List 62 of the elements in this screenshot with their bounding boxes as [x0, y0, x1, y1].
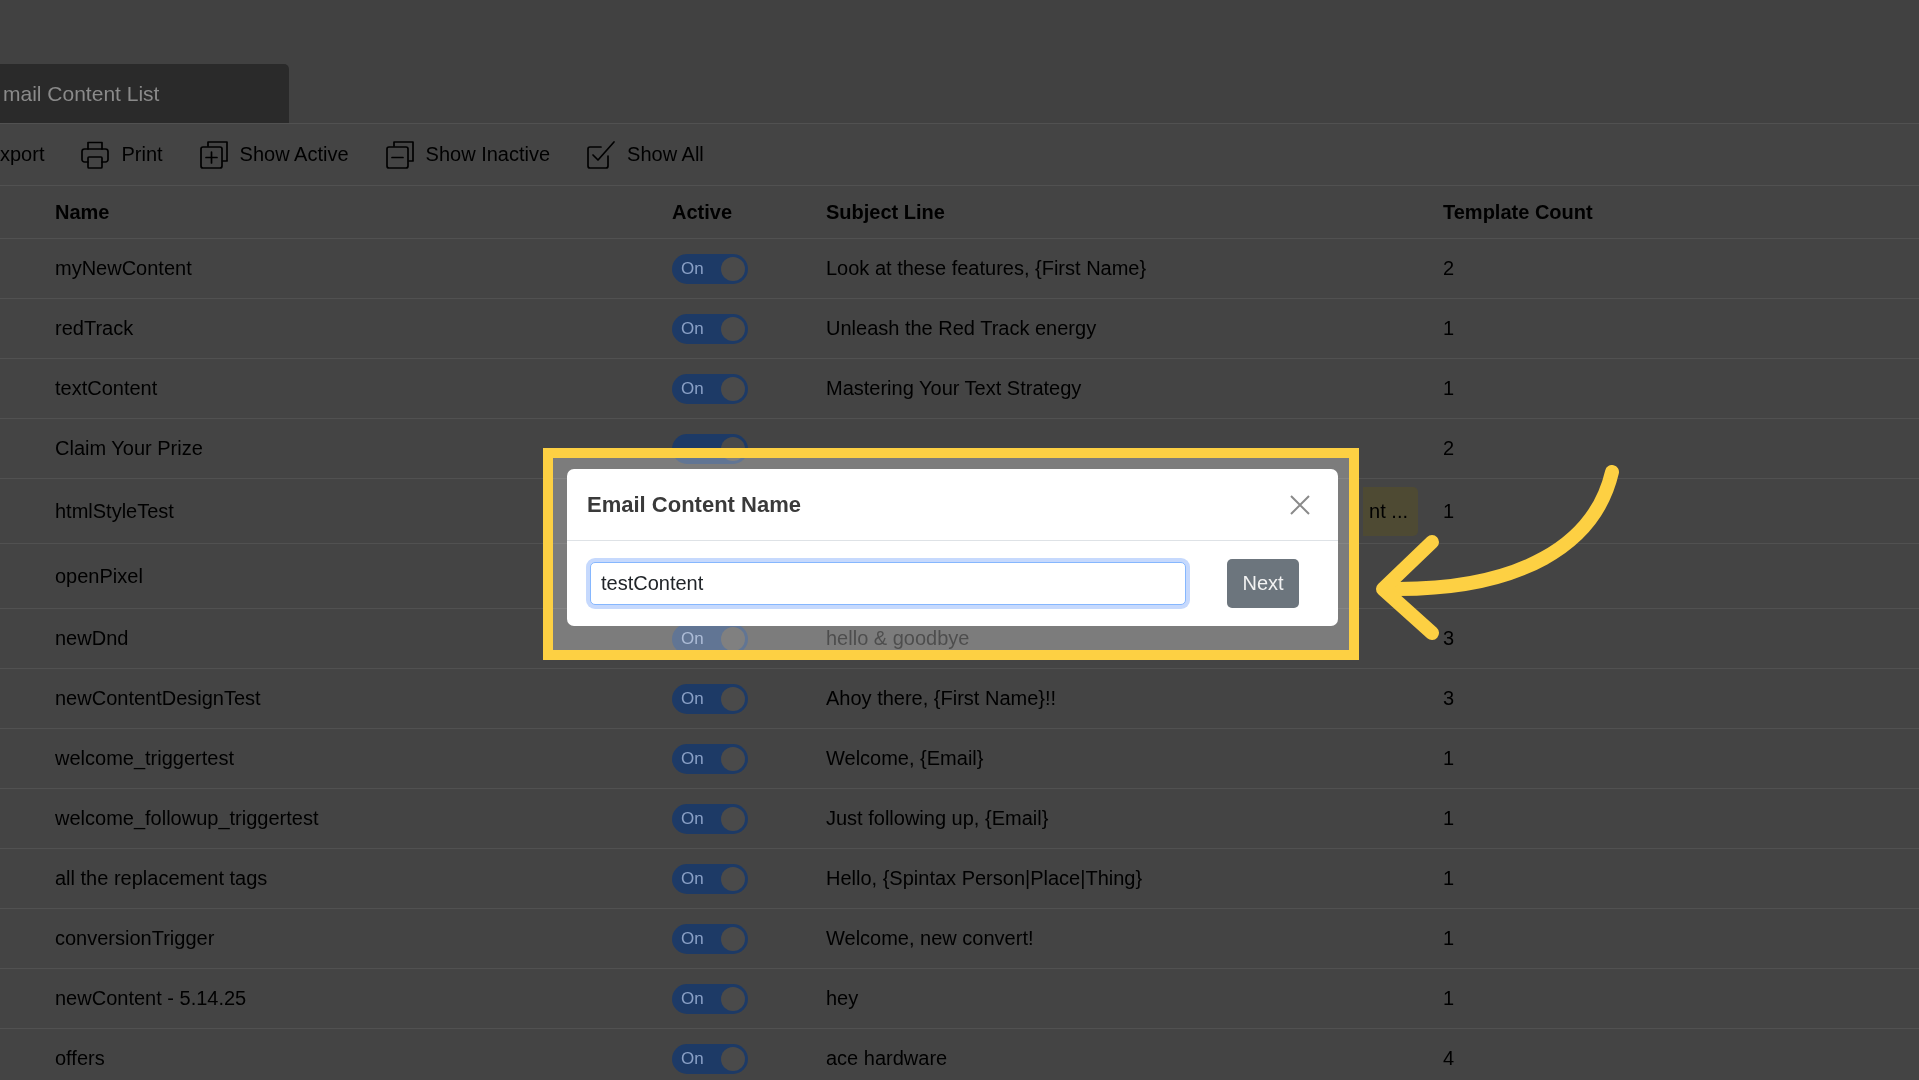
content-name: Claim Your Prize	[55, 437, 203, 459]
toggle-switch[interactable]: On	[672, 743, 748, 774]
content-name: myNewContent	[55, 257, 192, 279]
printer-icon	[81, 140, 110, 169]
toggle-switch[interactable]: On	[672, 253, 748, 284]
template-count: 1	[1443, 317, 1455, 339]
close-button[interactable]	[1290, 494, 1310, 515]
subject-tag: nt ...	[1363, 486, 1418, 536]
toggle-switch[interactable]: On	[672, 313, 748, 344]
plus-square-icon	[199, 140, 228, 169]
subject-line: Ahoy there, {First Name}!!	[826, 687, 1057, 710]
toggle-switch[interactable]: On	[672, 863, 748, 894]
column-header: Name	[55, 200, 110, 223]
content-name: newContentDesignTest	[55, 687, 261, 709]
template-count: 1	[1443, 377, 1455, 399]
template-count: 1	[1443, 987, 1455, 1009]
toggle-switch[interactable]: On	[672, 983, 748, 1014]
template-count: 2	[1443, 437, 1455, 459]
subject-line: Just following up, {Email}	[826, 807, 1049, 830]
template-count: 1	[1443, 867, 1455, 889]
subject-line: hey	[826, 987, 859, 1010]
toggle-switch[interactable]: On	[672, 683, 748, 714]
next-button[interactable]: Next	[1227, 559, 1299, 608]
subject-line: Welcome, {Email}	[826, 747, 984, 770]
content-name: welcome_triggertest	[55, 747, 234, 769]
template-count: 1	[1443, 927, 1455, 949]
subject-line: Look at these features, {First Name}	[826, 257, 1147, 280]
column-header: Template Count	[1443, 200, 1593, 223]
content-name: welcome_followup_triggertest	[55, 807, 319, 829]
check-square-icon	[587, 140, 616, 169]
subject-line: ace hardware	[826, 1047, 948, 1070]
close-icon	[1290, 494, 1310, 515]
content-name: htmlStyleTest	[55, 499, 174, 522]
title-tab[interactable]: mail Content List	[0, 64, 289, 123]
toggle-switch[interactable]: On	[672, 923, 748, 954]
template-count: 1	[1443, 499, 1455, 522]
toggle-switch[interactable]: On	[672, 1043, 748, 1074]
content-name: offers	[55, 1047, 105, 1069]
minus-square-icon	[385, 140, 414, 169]
content-name: openPixel	[55, 564, 143, 587]
template-count: 4	[1443, 1047, 1455, 1069]
subject-line: Welcome, new convert!	[826, 927, 1034, 950]
subject-line: Mastering Your Text Strategy	[826, 377, 1082, 400]
toggle-switch[interactable]: On	[672, 803, 748, 834]
template-count: 3	[1443, 627, 1455, 649]
subject-line: Hello, {Spintax Person|Place|Thing}	[826, 867, 1143, 890]
content-name: textContent	[55, 377, 158, 399]
content-name: redTrack	[55, 317, 134, 339]
template-count: 1	[1443, 747, 1455, 769]
name-input[interactable]: testContent	[590, 562, 1186, 605]
template-count: 1	[1443, 807, 1455, 829]
column-header: Subject Line	[826, 200, 945, 224]
template-count: 3	[1443, 687, 1455, 709]
content-name: conversionTrigger	[55, 927, 215, 949]
toggle-switch[interactable]: On	[672, 373, 748, 404]
content-name: newContent - 5.14.25	[55, 987, 247, 1009]
subject-line: Unleash the Red Track energy	[826, 317, 1097, 340]
content-name: newDnd	[55, 627, 129, 649]
template-count: 2	[1443, 257, 1455, 279]
column-header: Active	[672, 200, 733, 223]
content-name: all the replacement tags	[55, 867, 268, 889]
modal-title: Email Content Name	[587, 491, 801, 518]
